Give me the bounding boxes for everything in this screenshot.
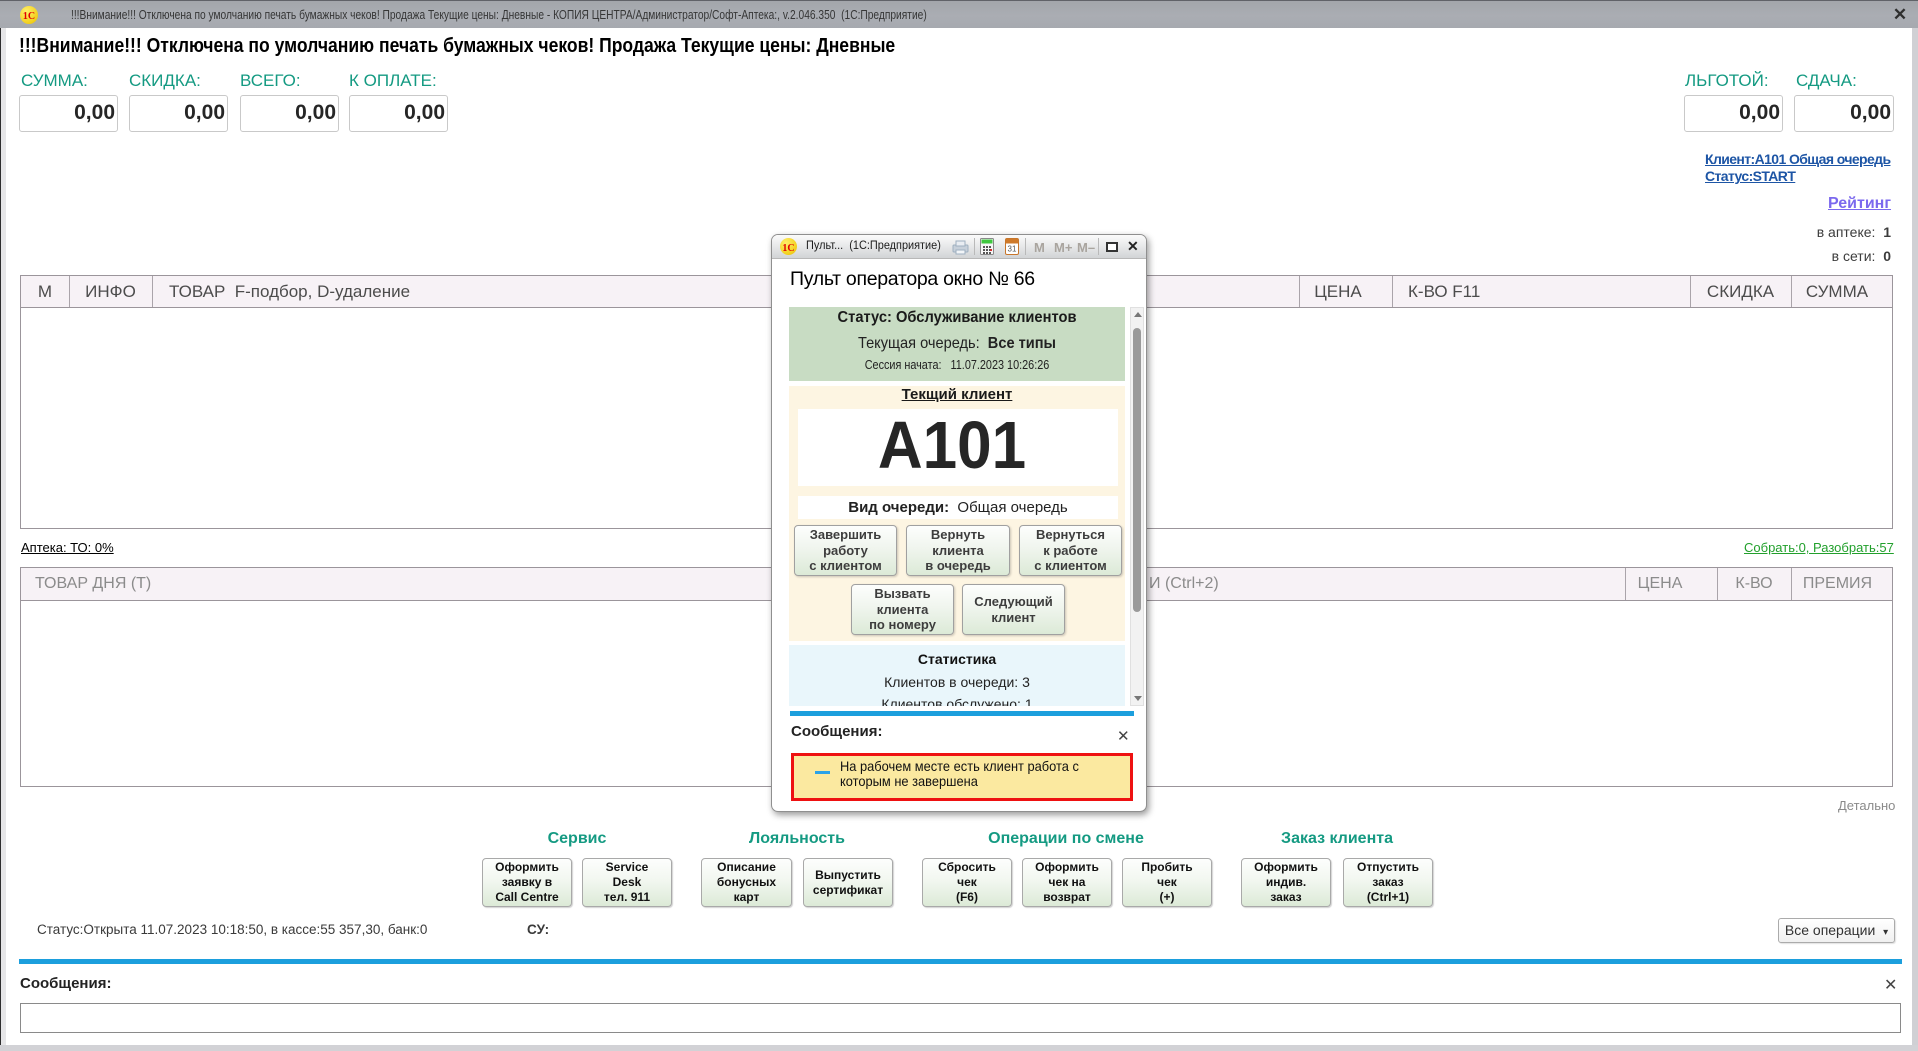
- svg-text:31: 31: [1008, 245, 1017, 254]
